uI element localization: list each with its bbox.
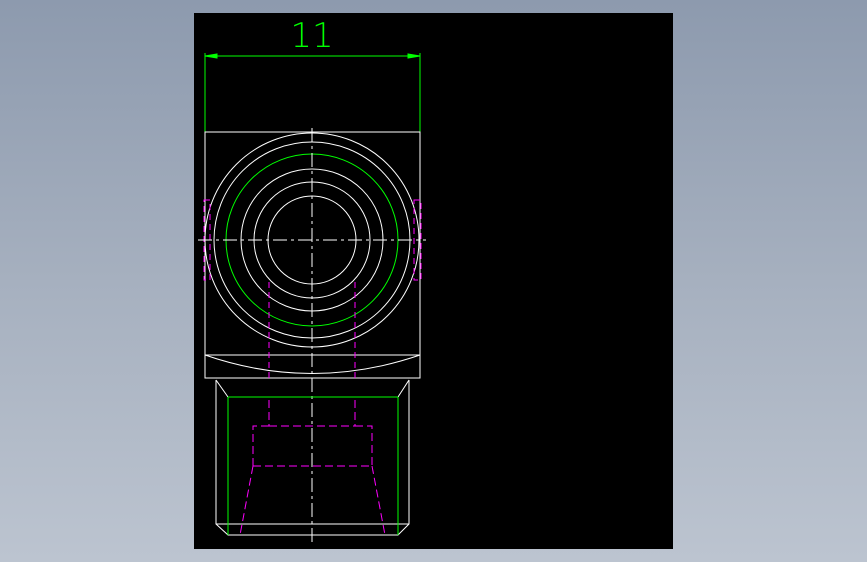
dimension-label: 11 [290, 16, 333, 56]
centerlines [198, 128, 426, 545]
dimension-arrow-left [204, 53, 218, 59]
bore-step-left [252, 425, 269, 466]
width-dimension [204, 53, 421, 132]
stem-top-left-chamfer [215, 379, 229, 398]
cad-drawing: 11 [198, 16, 426, 545]
dimension-arrow-right [407, 53, 421, 59]
cad-viewport[interactable]: 11 [194, 13, 673, 549]
stem-top-right-chamfer [397, 379, 410, 398]
bore-taper-right [371, 465, 386, 536]
bore-taper-left [239, 465, 254, 536]
bore-step-right [355, 425, 373, 466]
